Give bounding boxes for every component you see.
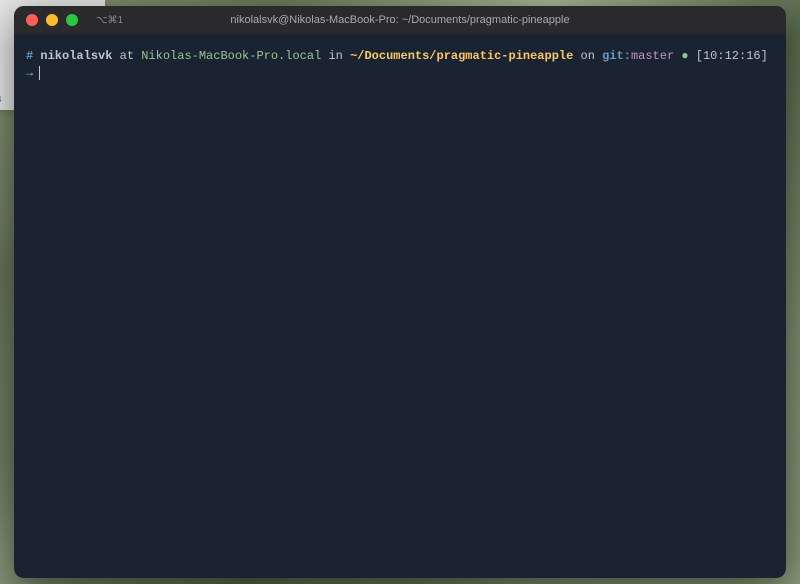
prompt-user: nikolalsvk (40, 49, 112, 63)
prompt-arrow-icon: → (26, 65, 33, 82)
terminal-window[interactable]: ⌥⌘1 nikolalsvk@Nikolas-MacBook-Pro: ~/Do… (14, 6, 786, 578)
window-title: nikolalsvk@Nikolas-MacBook-Pro: ~/Docume… (14, 14, 786, 26)
background-window-sub: 4 (0, 95, 1, 104)
prompt-hash: # (26, 49, 33, 63)
traffic-lights (14, 14, 78, 26)
prompt-line: # nikolalsvk at Nikolas-MacBook-Pro.loca… (26, 48, 774, 65)
text-cursor (39, 66, 40, 80)
maximize-button[interactable] (66, 14, 78, 26)
prompt-time: [10:12:16] (696, 49, 768, 63)
prompt-on: on (581, 49, 595, 63)
terminal-body[interactable]: # nikolalsvk at Nikolas-MacBook-Pro.loca… (14, 34, 786, 578)
prompt-in: in (328, 49, 342, 63)
minimize-button[interactable] (46, 14, 58, 26)
git-status-dot-icon: ● (681, 49, 688, 63)
prompt-at: at (120, 49, 134, 63)
close-button[interactable] (26, 14, 38, 26)
prompt-path: ~/Documents/pragmatic-pineapple (350, 49, 573, 63)
prompt-host: Nikolas-MacBook-Pro.local (141, 49, 321, 63)
input-line[interactable]: → (26, 65, 774, 82)
tab-shortcut-indicator: ⌥⌘1 (96, 15, 123, 26)
prompt-git-label: git: (602, 49, 631, 63)
titlebar[interactable]: ⌥⌘1 nikolalsvk@Nikolas-MacBook-Pro: ~/Do… (14, 6, 786, 34)
prompt-branch: master (631, 49, 674, 63)
